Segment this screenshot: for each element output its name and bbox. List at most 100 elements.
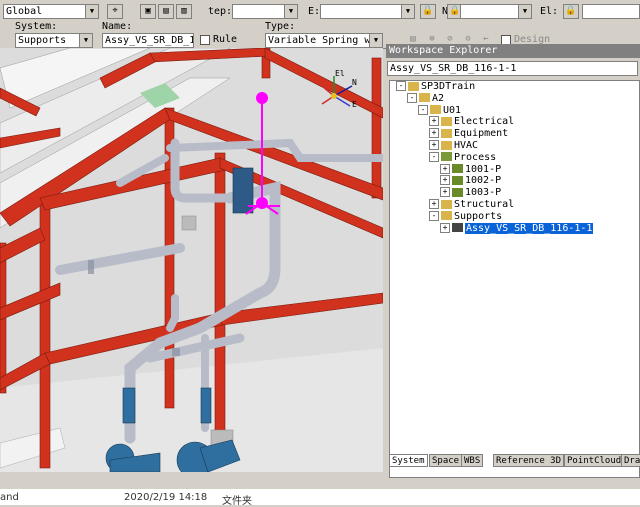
e-coordinate-input[interactable]: ▼ (320, 4, 415, 19)
n-coordinate-input[interactable]: ▼ (460, 4, 532, 19)
name-label: Name: (102, 21, 133, 32)
expand-icon[interactable]: + (429, 199, 439, 209)
type-value: Variable Spring with I (268, 35, 382, 46)
view-icon-3[interactable]: ▥ (176, 4, 192, 19)
expand-icon[interactable]: + (440, 187, 450, 198)
tree-node[interactable]: + Assy_VS_SR_DB_116-1-1 (440, 222, 594, 235)
tree-node[interactable]: - Supports (429, 210, 503, 223)
pipeline-icon (452, 187, 463, 197)
tree-node-label: 1003-P (465, 187, 502, 199)
model-scene (0, 48, 383, 472)
chevron-down-icon[interactable]: ▼ (401, 5, 414, 18)
workspace-explorer-title: Workspace Explorer (386, 44, 640, 58)
pipeline-icon (452, 175, 463, 185)
toolbar-row-2: System: Name: Type: Supports ▼ Assy_VS_S… (0, 21, 640, 48)
expand-icon[interactable]: + (429, 128, 439, 139)
tree-node[interactable]: + Structural (429, 199, 514, 211)
folder-icon (419, 93, 430, 103)
folder-icon (441, 116, 452, 126)
tree-node[interactable]: + Equipment (429, 128, 508, 140)
workspace-tree: - SP3DTrain - A2- U01 + Electrical + Equipment + H… (389, 80, 640, 478)
tree-node-label: Supports (454, 210, 503, 222)
tree-node[interactable]: +1003-P (440, 187, 501, 199)
folder-icon (441, 199, 452, 209)
folder-icon (441, 211, 452, 221)
rule-label: Rule (213, 34, 238, 45)
expand-icon[interactable]: + (440, 222, 450, 233)
type-label: Type: (265, 21, 296, 32)
explorer-tabs: System Space WBS Reference 3D PointCloud Dra (389, 454, 640, 468)
tree-node-label: Electrical (454, 116, 515, 128)
folder-icon (441, 140, 452, 150)
pin-icon[interactable]: ⌖ (107, 4, 123, 19)
collapse-icon[interactable]: - (429, 210, 439, 221)
tree-node[interactable]: +1002-P (440, 175, 501, 187)
chevron-down-icon[interactable]: ▼ (284, 5, 297, 18)
tree-node-label: SP3DTrain (421, 81, 476, 92)
toolbar-row-1: Global ▼ ⌖ ▣ ▤ ▥ tep: ▼ E: ▼ 🔒 N: 🔒 ▼ El… (0, 0, 640, 24)
tree-node[interactable]: +1001-P (440, 163, 502, 176)
support-icon (452, 223, 463, 233)
tree-node-label: 1001-P (465, 163, 502, 175)
tree-node[interactable]: + Electrical (429, 116, 514, 128)
chevron-down-icon[interactable]: ▼ (85, 5, 98, 18)
system-select[interactable]: Supports ▼ (15, 33, 93, 48)
tree-node-label: 1002-P (465, 175, 502, 187)
tree-node-label: U01 (443, 104, 462, 116)
tab-reference-3d[interactable]: Reference 3D (493, 454, 565, 467)
collapse-icon[interactable]: - (396, 81, 406, 91)
tree-node-label: A2 (432, 92, 445, 104)
toolbar: Global ▼ ⌖ ▣ ▤ ▥ tep: ▼ E: ▼ 🔒 N: 🔒 ▼ El… (0, 0, 640, 49)
chevron-down-icon[interactable]: ▼ (369, 34, 382, 47)
explorer-path-field[interactable]: Assy_VS_SR_DB_116-1-1 (387, 61, 638, 76)
step-select[interactable]: ▼ (232, 4, 298, 19)
name-value: Assy_VS_SR_DB_116 (105, 35, 193, 46)
el-label: El: (540, 6, 559, 17)
tree-node[interactable]: - SP3DTrain (396, 81, 475, 93)
name-input[interactable]: Assy_VS_SR_DB_116 (102, 33, 194, 48)
tree-node-label: HVAC (454, 140, 479, 151)
system-value: Supports (18, 35, 67, 46)
tab-system[interactable]: System (389, 454, 428, 467)
tree-node-label: Equipment (454, 128, 509, 140)
rule-checkbox[interactable] (200, 35, 210, 45)
tree-node-label: Process (454, 151, 497, 163)
lock-icon[interactable]: 🔒 (420, 4, 436, 19)
tree-node[interactable]: - U01 (418, 104, 462, 117)
chevron-down-icon[interactable]: ▼ (518, 5, 531, 18)
graphic-view-3d[interactable]: El N E (0, 48, 383, 472)
type-select[interactable]: Variable Spring with I ▼ (265, 33, 383, 48)
collapse-icon[interactable]: - (407, 92, 417, 103)
coordinate-system-select[interactable]: Global ▼ (3, 4, 99, 19)
folder-icon (430, 105, 441, 115)
view-icon-2[interactable]: ▤ (158, 4, 174, 19)
file-name-fragment: and (0, 492, 19, 503)
tree-node[interactable]: - A2 (407, 92, 445, 105)
collapse-icon[interactable]: - (418, 104, 428, 115)
el-coordinate-input[interactable] (582, 4, 640, 19)
expand-icon[interactable]: + (440, 175, 450, 186)
tree-node-label: Assy_VS_SR_DB_116-1-1 (465, 222, 594, 234)
tab-dra[interactable]: Dra (621, 454, 640, 467)
system-icon (441, 152, 452, 162)
view-icon[interactable]: ▣ (140, 4, 156, 19)
file-date: 2020/2/19 14:18 (124, 492, 208, 503)
step-label: tep: (208, 6, 233, 17)
expand-icon[interactable]: + (440, 163, 450, 174)
chevron-down-icon[interactable]: ▼ (79, 34, 92, 47)
coordinate-system-value: Global (6, 6, 43, 17)
lock-icon-el[interactable]: 🔒 (563, 4, 579, 19)
tab-space[interactable]: Space (429, 454, 463, 467)
pipeline-icon (452, 164, 463, 174)
tab-wbs[interactable]: WBS (461, 454, 484, 467)
e-label: E: (308, 6, 321, 17)
compass-n-label: N (352, 78, 357, 87)
tree-node[interactable]: + HVAC (429, 140, 478, 152)
expand-icon[interactable]: + (429, 140, 439, 150)
tree-node[interactable]: - Process (429, 151, 497, 164)
collapse-icon[interactable]: - (429, 151, 439, 162)
workspace-explorer: Workspace Explorer Assy_VS_SR_DB_116-1-1… (386, 44, 640, 478)
expand-icon[interactable]: + (429, 116, 439, 127)
compass-el-label: El (335, 69, 345, 78)
tab-pointcloud[interactable]: PointCloud (564, 454, 625, 467)
